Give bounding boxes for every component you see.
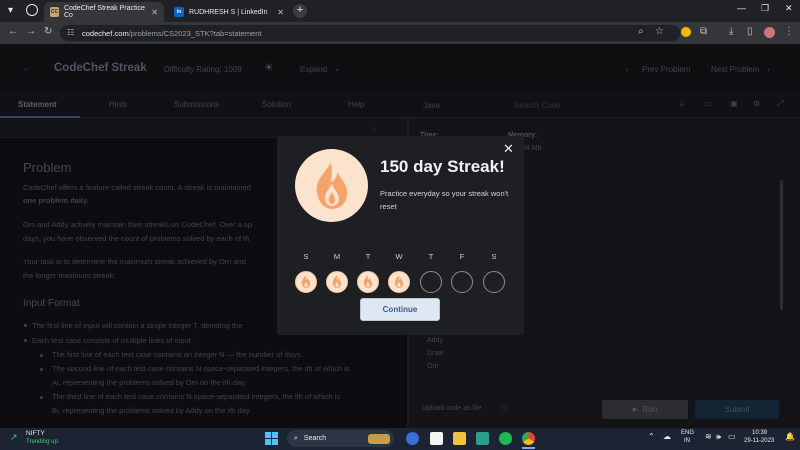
window-close-icon[interactable]: ✕ <box>785 3 793 14</box>
bookmark-star-icon[interactable]: ☆ <box>655 26 664 37</box>
tab-title: RUDHRESH S | LinkedIn <box>189 8 268 16</box>
taskbar <box>0 428 800 450</box>
chrome-icon[interactable] <box>522 432 535 445</box>
small-flame-icon <box>363 275 373 288</box>
day-status <box>420 271 442 293</box>
streak-title: 150 day Streak! <box>380 157 505 176</box>
store-icon[interactable] <box>476 432 489 445</box>
wifi-icon[interactable]: ≋ <box>705 432 712 441</box>
extension-icon[interactable] <box>681 27 691 37</box>
day-label: T <box>428 252 434 261</box>
day-status <box>326 271 348 293</box>
taskbar-search[interactable]: ⌕ Search <box>287 430 394 447</box>
continue-button[interactable]: Continue <box>360 298 440 321</box>
codechef-favicon-icon: CC <box>50 7 59 17</box>
tab-search-icon[interactable]: ▾ <box>8 5 13 16</box>
zoom-icon[interactable]: ⌕ <box>638 26 644 37</box>
streak-subtitle: Practice everyday so your streak won't r… <box>380 189 509 211</box>
volume-icon[interactable]: 🕪 <box>716 432 721 442</box>
menu-icon[interactable]: ⋮ <box>784 26 794 37</box>
tab-title: CodeChef Streak Practice Co <box>63 5 145 19</box>
search-highlight-icon <box>368 433 390 444</box>
day-status <box>388 271 410 293</box>
day-status <box>483 271 505 293</box>
windows-start-icon[interactable] <box>265 432 278 445</box>
battery-icon[interactable]: ▭ <box>728 432 736 441</box>
spotify-icon[interactable] <box>499 432 512 445</box>
small-flame-icon <box>301 275 311 288</box>
maximize-icon[interactable]: ❐ <box>761 3 769 14</box>
day-label: T <box>365 252 371 261</box>
day-status <box>357 271 379 293</box>
day-status <box>451 271 473 293</box>
tab-codechef[interactable]: CC CodeChef Streak Practice Co ✕ <box>44 2 164 22</box>
notification-bell-icon[interactable]: 🔔 <box>785 432 795 441</box>
close-icon[interactable]: ✕ <box>503 141 514 157</box>
address-bar[interactable]: codechef.com/problems/CS2023_STK?tab=sta… <box>60 25 680 41</box>
clock-date[interactable]: 29-11-2023 <box>744 438 774 444</box>
download-icon[interactable]: ⤓ <box>729 26 733 37</box>
day-label: S <box>303 252 309 261</box>
url-path: /problems/CS2023_STK?tab=statement <box>128 28 262 38</box>
back-icon[interactable]: ← <box>8 26 18 37</box>
site-info-icon[interactable]: ☷ <box>67 28 74 37</box>
copilot-icon[interactable] <box>406 432 419 445</box>
widget-subtitle: Trending up <box>26 439 58 445</box>
task-view-icon[interactable] <box>430 432 443 445</box>
tab-linkedin[interactable]: in RUDHRESH S | LinkedIn ✕ <box>168 2 290 22</box>
widget-title[interactable]: NIFTY <box>26 430 45 437</box>
day-label: W <box>395 252 403 261</box>
small-flame-icon <box>394 275 404 288</box>
language-code[interactable]: ENG <box>681 430 694 436</box>
flame-icon <box>316 163 348 209</box>
extensions-puzzle-icon[interactable]: ⧉ <box>700 26 707 37</box>
file-explorer-icon[interactable] <box>453 432 466 445</box>
chevron-up-icon[interactable]: ⌃ <box>648 432 655 441</box>
day-label: F <box>459 252 465 261</box>
linkedin-favicon-icon: in <box>174 7 184 17</box>
clock-time[interactable]: 10:39 <box>752 430 767 436</box>
small-flame-icon <box>332 275 342 288</box>
close-tab-icon[interactable]: ✕ <box>151 8 158 17</box>
forward-icon[interactable]: → <box>26 26 36 37</box>
new-tab-button[interactable]: + <box>293 4 307 18</box>
close-tab-icon[interactable]: ✕ <box>277 8 284 17</box>
cloud-icon[interactable]: ☁ <box>663 432 671 441</box>
minimize-icon[interactable]: — <box>737 3 746 13</box>
trend-up-icon[interactable]: ↗ <box>10 432 18 443</box>
day-label: M <box>333 252 341 261</box>
reload-icon[interactable]: ↻ <box>44 26 52 37</box>
search-label: Search <box>303 435 327 442</box>
day-status <box>295 271 317 293</box>
avatar[interactable] <box>764 27 775 38</box>
region-code: IN <box>684 438 690 444</box>
profile-check-icon[interactable] <box>26 4 38 16</box>
flame-badge <box>295 149 368 222</box>
url-domain: codechef.com <box>82 28 129 38</box>
day-label: S <box>491 252 497 261</box>
active-app-indicator <box>522 447 535 449</box>
search-icon: ⌕ <box>294 434 298 442</box>
side-panel-icon[interactable]: ▯ <box>747 26 753 37</box>
